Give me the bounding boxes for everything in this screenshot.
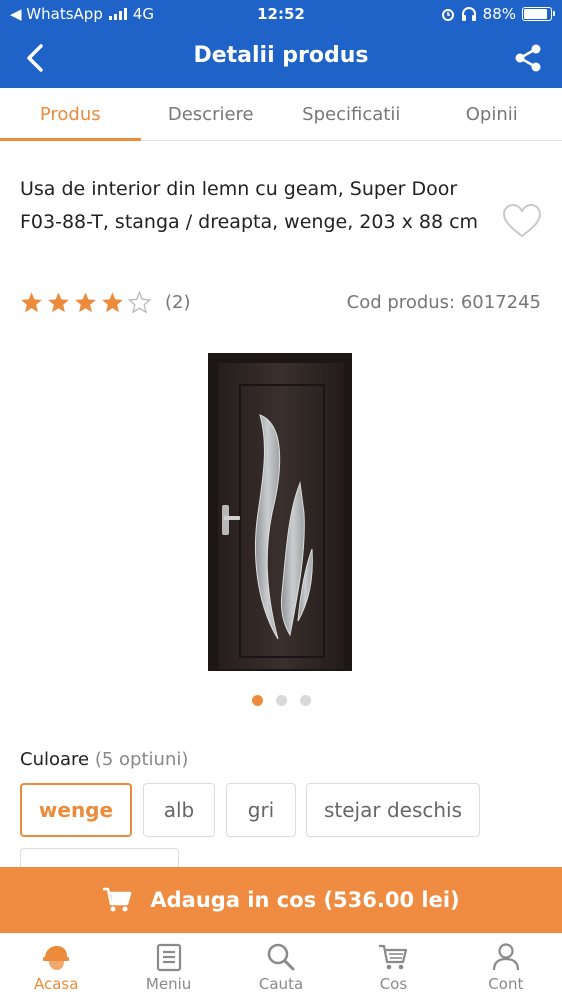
user-icon (492, 943, 519, 971)
star-filled-icon (21, 292, 42, 313)
star-empty-icon (128, 291, 151, 314)
status-right: 88% (441, 5, 555, 23)
color-label-text: Culoare (20, 749, 90, 770)
nav-label: Cont (488, 975, 524, 993)
star-filled-icon (102, 292, 123, 313)
battery-icon (522, 7, 555, 21)
nav-label: Cauta (258, 975, 304, 993)
cart-icon (103, 887, 132, 912)
home-helmet-icon (43, 946, 70, 970)
color-label: Culoare (5 optiuni) (20, 749, 188, 770)
review-count[interactable]: (2) (165, 292, 191, 313)
product-tabs: Produs Descriere Specificatii Opinii (0, 88, 562, 141)
title-bar: Detalii produs (0, 30, 562, 88)
cart-icon (379, 944, 408, 970)
color-options: wenge alb gri stejar deschis (20, 783, 560, 867)
nav-cos[interactable]: Cos (337, 934, 449, 999)
headphones-icon (461, 7, 476, 21)
share-icon[interactable] (512, 42, 544, 74)
nav-label: Cos (379, 975, 408, 993)
search-icon (267, 943, 295, 971)
menu-icon (156, 943, 181, 972)
color-option-more[interactable] (20, 848, 179, 867)
status-bar: ◀ WhatsApp 4G 12:52 88% (0, 0, 562, 30)
nav-cont[interactable]: Cont (450, 934, 562, 999)
gallery-dot[interactable] (251, 695, 263, 706)
star-filled-icon (75, 292, 96, 313)
color-option-alb[interactable]: alb (143, 783, 215, 837)
color-option-gri[interactable]: gri (226, 783, 296, 837)
favorite-heart-icon[interactable] (502, 203, 542, 239)
battery-percent: 88% (482, 5, 516, 23)
star-filled-icon (48, 292, 69, 313)
tab-descriere[interactable]: Descriere (141, 88, 282, 140)
nav-cauta[interactable]: Cauta (225, 934, 337, 999)
alarm-icon (441, 9, 454, 21)
product-code: Cod produs: 6017245 (346, 292, 541, 313)
tab-specificatii[interactable]: Specificatii (281, 88, 422, 140)
bottom-nav: Acasa Meniu Cauta Cos Cont (0, 933, 562, 999)
gallery-dot[interactable] (275, 695, 287, 706)
rating[interactable]: (2) (20, 291, 191, 314)
gallery-dots (0, 695, 562, 706)
nav-label: Meniu (145, 975, 192, 993)
nav-meniu[interactable]: Meniu (112, 934, 224, 999)
tab-opinii[interactable]: Opinii (422, 88, 562, 140)
nav-acasa[interactable]: Acasa (0, 934, 112, 999)
door-illustration (208, 353, 352, 671)
tab-produs[interactable]: Produs (0, 88, 141, 141)
nav-label: Acasa (33, 975, 79, 993)
product-title: Usa de interior din lemn cu geam, Super … (20, 178, 479, 233)
color-options-count: (5 optiuni) (94, 749, 189, 770)
page-title: Detalii produs (193, 43, 369, 68)
add-to-cart-button[interactable]: Adauga in cos (536.00 lei) (0, 867, 562, 933)
app-header: ◀ WhatsApp 4G 12:52 88% Detalii produs (0, 0, 562, 88)
color-option-wenge[interactable]: wenge (20, 783, 132, 837)
color-option-stejar-deschis[interactable]: stejar deschis (306, 783, 480, 837)
add-to-cart-label: Adauga in cos (536.00 lei) (150, 888, 460, 912)
product-image[interactable] (208, 353, 352, 671)
gallery-dot[interactable] (299, 695, 311, 706)
